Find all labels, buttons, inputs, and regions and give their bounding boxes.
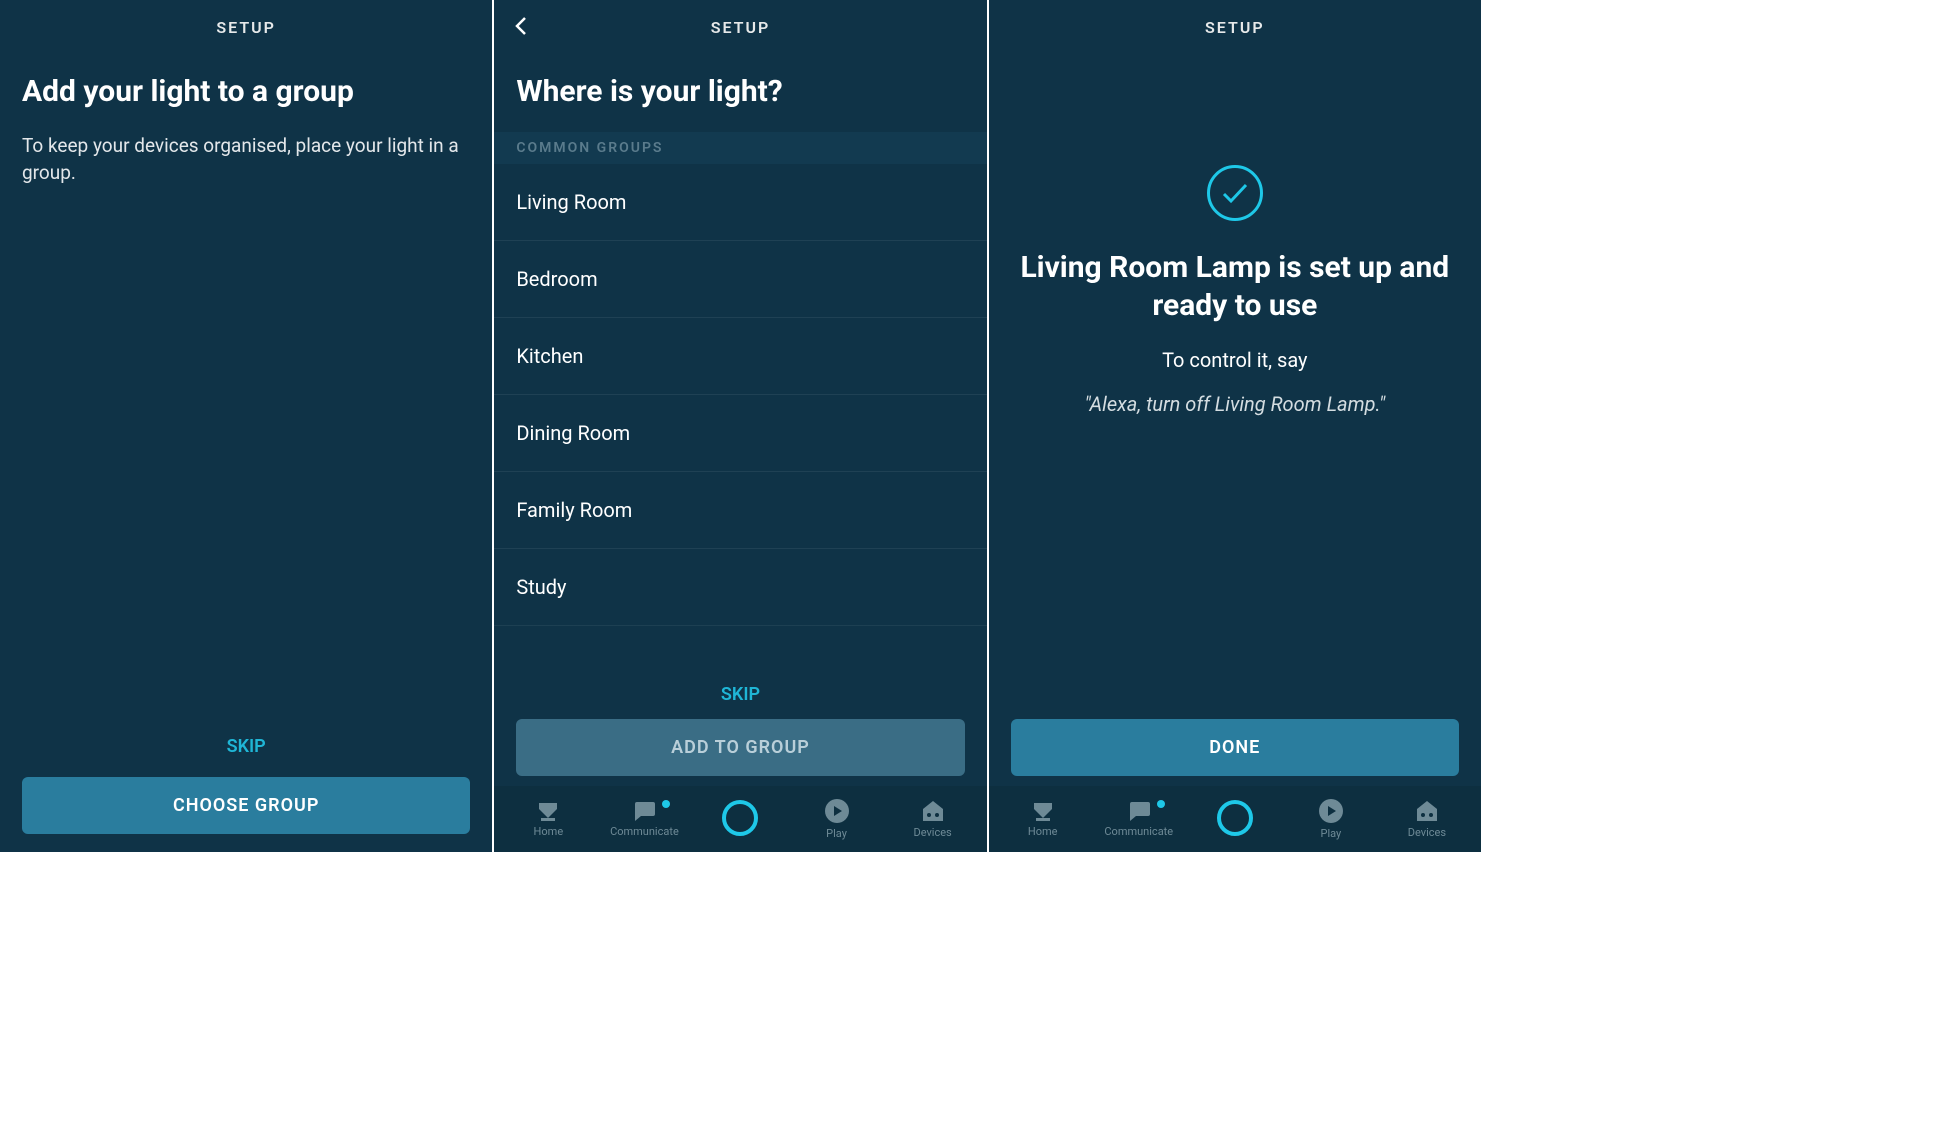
tab-label: Home (1028, 825, 1058, 838)
tab-label: Communicate (1104, 825, 1173, 838)
header-title: SETUP (216, 18, 276, 37)
header: SETUP (989, 0, 1481, 55)
checkmark-icon (1207, 165, 1263, 221)
tab-devices[interactable]: Devices (1379, 799, 1475, 839)
tab-devices[interactable]: Devices (885, 799, 981, 839)
skip-button[interactable]: SKIP (721, 684, 760, 705)
success-subtitle: To control it, say (1162, 348, 1307, 372)
home-icon (1030, 800, 1056, 822)
tab-play[interactable]: Play (1283, 798, 1379, 840)
tab-label: Play (1321, 827, 1342, 840)
skip-row: SKIP (494, 676, 986, 719)
header-title: SETUP (1205, 18, 1265, 37)
group-item-bedroom[interactable]: Bedroom (494, 241, 986, 318)
tab-communicate[interactable]: Communicate (1091, 800, 1187, 838)
setup-screen-1: SETUP Add your light to a group To keep … (0, 0, 494, 852)
header: SETUP (494, 0, 986, 55)
devices-icon (1414, 799, 1440, 823)
home-icon (535, 800, 561, 822)
bottom-area: DONE (989, 707, 1481, 786)
skip-button[interactable]: SKIP (22, 724, 470, 777)
list-fade (494, 621, 986, 676)
alexa-ring-icon (1215, 798, 1255, 838)
setup-screen-3: SETUP Living Room Lamp is set up and rea… (989, 0, 1483, 852)
content-area: Where is your light? COMMON GROUPS Livin… (494, 55, 986, 676)
play-icon (824, 798, 850, 824)
alexa-ring-icon (720, 798, 760, 838)
page-title: Add your light to a group (22, 75, 470, 110)
page-description: To keep your devices organised, place yo… (22, 132, 470, 187)
choose-group-button[interactable]: CHOOSE GROUP (22, 777, 470, 834)
header: SETUP (0, 0, 492, 55)
success-body: Living Room Lamp is set up and ready to … (989, 55, 1481, 707)
content-area: Add your light to a group To keep your d… (0, 55, 492, 712)
tab-label: Home (534, 825, 564, 838)
tab-alexa[interactable] (692, 798, 788, 841)
bottom-area: ADD TO GROUP (494, 719, 986, 786)
done-button[interactable]: DONE (1011, 719, 1459, 776)
tab-label: Devices (913, 826, 951, 839)
speech-bubble-icon (631, 800, 657, 822)
play-icon (1318, 798, 1344, 824)
tab-label: Devices (1408, 826, 1446, 839)
header-title: SETUP (711, 18, 771, 37)
section-label: COMMON GROUPS (494, 132, 986, 164)
bottom-area: SKIP CHOOSE GROUP (0, 712, 492, 852)
tab-label: Communicate (610, 825, 679, 838)
success-title: Living Room Lamp is set up and ready to … (1011, 249, 1459, 324)
notification-dot-icon (662, 800, 670, 808)
group-item-kitchen[interactable]: Kitchen (494, 318, 986, 395)
notification-dot-icon (1157, 800, 1165, 808)
group-item-living-room[interactable]: Living Room (494, 164, 986, 241)
tabbar: Home Communicate Play Devices (494, 786, 986, 852)
tab-alexa[interactable] (1187, 798, 1283, 841)
tab-label: Play (826, 827, 847, 840)
group-item-study[interactable]: Study (494, 549, 986, 626)
back-button[interactable] (510, 14, 540, 44)
page-title: Where is your light? (516, 75, 964, 110)
setup-screen-2: SETUP Where is your light? COMMON GROUPS… (494, 0, 988, 852)
tabbar: Home Communicate Play Devices (989, 786, 1481, 852)
tab-play[interactable]: Play (789, 798, 885, 840)
chevron-left-icon (510, 14, 534, 38)
tab-home[interactable]: Home (995, 800, 1091, 838)
tab-communicate[interactable]: Communicate (596, 800, 692, 838)
group-item-dining-room[interactable]: Dining Room (494, 395, 986, 472)
tab-home[interactable]: Home (500, 800, 596, 838)
speech-bubble-icon (1126, 800, 1152, 822)
add-to-group-button[interactable]: ADD TO GROUP (516, 719, 964, 776)
group-list: Living Room Bedroom Kitchen Dining Room … (494, 164, 986, 677)
devices-icon (920, 799, 946, 823)
group-item-family-room[interactable]: Family Room (494, 472, 986, 549)
success-quote: "Alexa, turn off Living Room Lamp." (1084, 392, 1385, 416)
